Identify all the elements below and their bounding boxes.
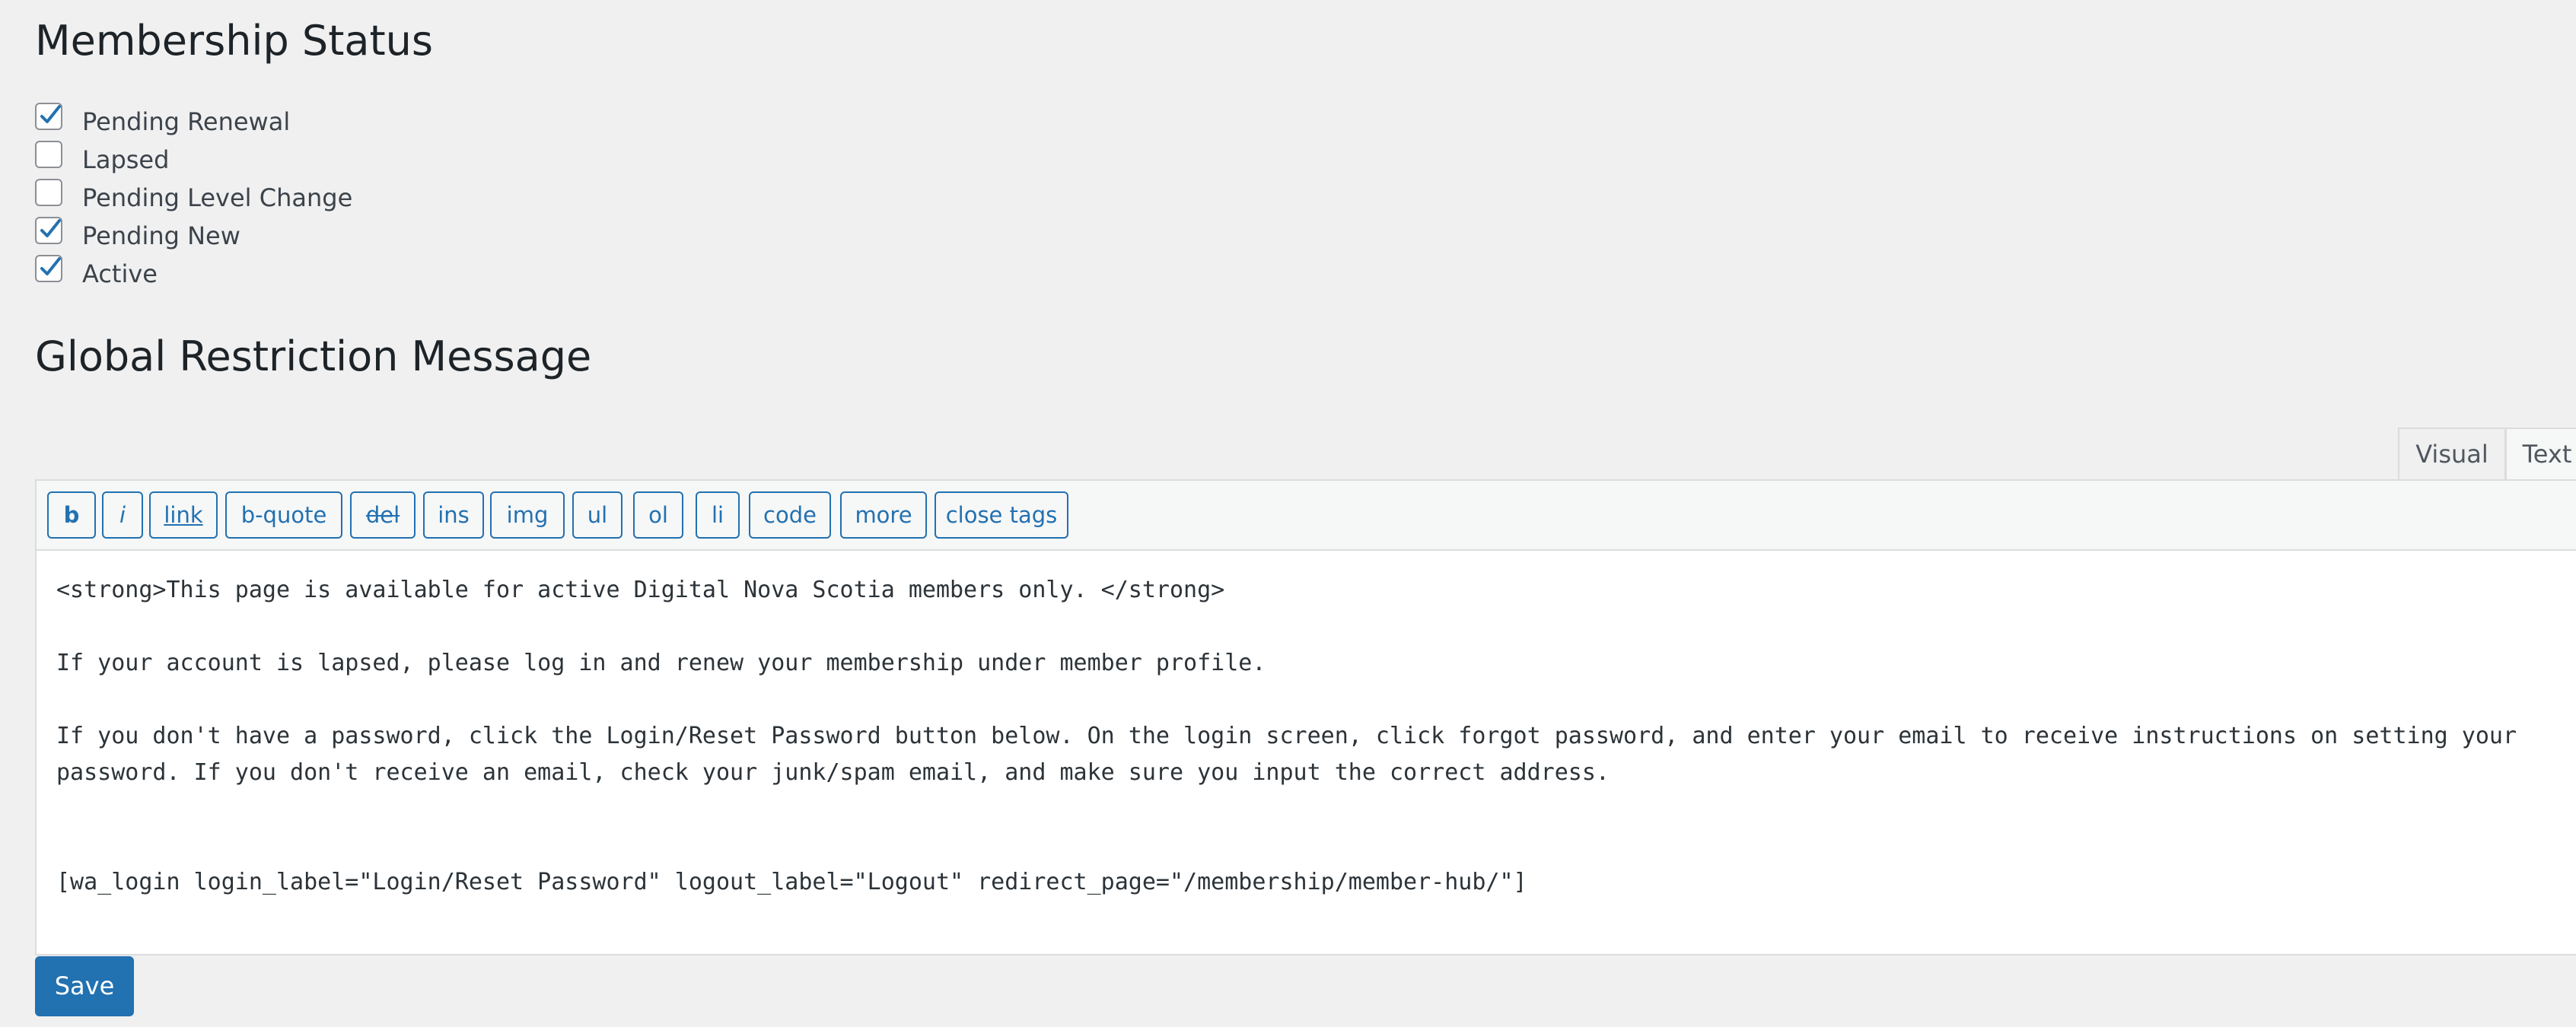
checkmark-icon (40, 219, 61, 237)
italic-button[interactable]: i (102, 491, 143, 539)
pending-renewal-checkbox[interactable] (35, 103, 62, 130)
list-item-button[interactable]: li (696, 491, 740, 539)
status-option-pending-new: Pending New (35, 214, 352, 252)
status-option-lapsed: Lapsed (35, 138, 352, 176)
restriction-message-editor: b i link b-quote del ins img ul ol li co… (35, 479, 2576, 955)
active-checkbox[interactable] (35, 255, 62, 282)
delete-button[interactable]: del (350, 491, 416, 539)
blockquote-button[interactable]: b-quote (225, 491, 342, 539)
membership-status-list: Pending Renewal Lapsed Pending Level Cha… (35, 100, 352, 290)
tab-text[interactable]: Text (2505, 428, 2576, 481)
global-restriction-heading: Global Restriction Message (35, 332, 592, 380)
settings-page: Membership Status Pending Renewal Lapsed… (0, 0, 2576, 1027)
quicktags-toolbar: b i link b-quote del ins img ul ol li co… (37, 481, 2576, 551)
status-option-pending-renewal: Pending Renewal (35, 100, 352, 138)
tab-visual[interactable]: Visual (2398, 428, 2506, 479)
close-tags-button[interactable]: close tags (935, 491, 1068, 539)
link-button[interactable]: link (149, 491, 218, 539)
status-option-active: Active (35, 252, 352, 290)
insert-button[interactable]: ins (423, 491, 484, 539)
pending-level-change-checkbox[interactable] (35, 179, 62, 206)
checkmark-icon (40, 257, 61, 275)
message-textarea[interactable]: <strong>This page is available for activ… (37, 551, 2576, 954)
membership-status-heading: Membership Status (35, 17, 433, 65)
image-button[interactable]: img (490, 491, 565, 539)
status-option-pending-level-change: Pending Level Change (35, 176, 352, 214)
active-label: Active (82, 259, 158, 288)
unordered-list-button[interactable]: ul (572, 491, 623, 539)
more-button[interactable]: more (840, 491, 927, 539)
code-button[interactable]: code (749, 491, 831, 539)
lapsed-checkbox[interactable] (35, 141, 62, 168)
checkmark-icon (40, 105, 61, 123)
save-button[interactable]: Save (35, 956, 134, 1016)
pending-new-checkbox[interactable] (35, 217, 62, 244)
bold-button[interactable]: b (47, 491, 96, 539)
ordered-list-button[interactable]: ol (633, 491, 683, 539)
